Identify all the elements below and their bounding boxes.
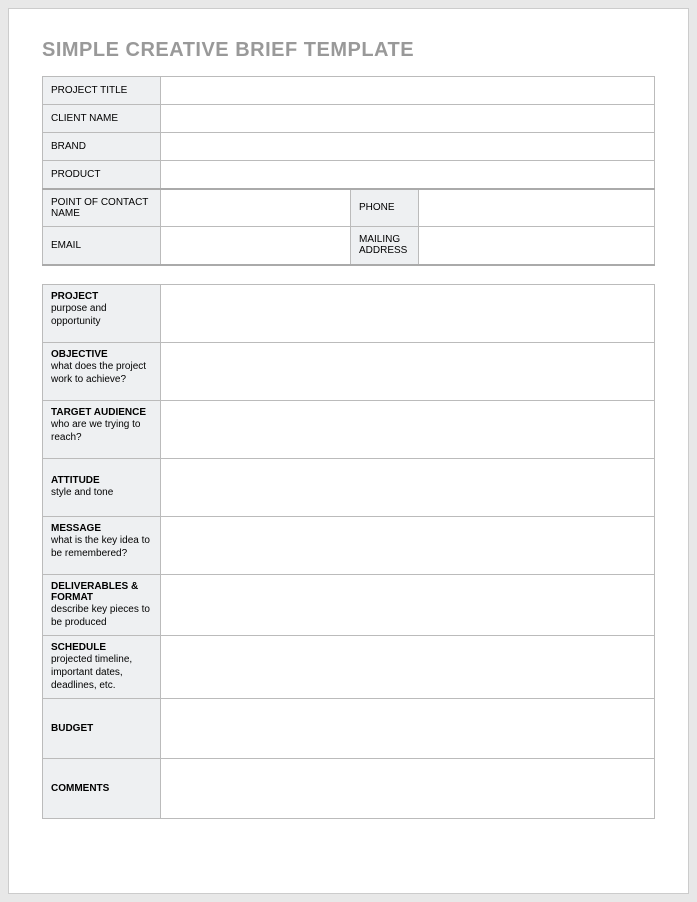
project-title-label: PROJECT TITLE: [43, 77, 161, 105]
poc-value[interactable]: [161, 189, 351, 227]
product-value[interactable]: [161, 161, 655, 189]
table-row: MESSAGE what is the key idea to be remem…: [43, 516, 655, 574]
email-value[interactable]: [161, 227, 351, 265]
page-title: SIMPLE CREATIVE BRIEF TEMPLATE: [42, 39, 655, 62]
budget-section-label: BUDGET: [43, 698, 161, 758]
table-row: BRAND: [43, 133, 655, 161]
section-desc: style and tone: [51, 486, 152, 499]
phone-value[interactable]: [419, 189, 655, 227]
table-row: EMAIL MAILING ADDRESS: [43, 227, 655, 265]
client-name-label: CLIENT NAME: [43, 105, 161, 133]
sections-table: PROJECT purpose and opportunity OBJECTIV…: [42, 284, 655, 819]
brand-value[interactable]: [161, 133, 655, 161]
section-desc: what is the key idea to be remembered?: [51, 534, 152, 560]
table-row: COMMENTS: [43, 758, 655, 818]
section-title: COMMENTS: [51, 783, 152, 794]
deliverables-section-value[interactable]: [161, 574, 655, 635]
section-title: OBJECTIVE: [51, 349, 152, 360]
table-row: SCHEDULE projected timeline, important d…: [43, 635, 655, 698]
section-desc: describe key pieces to be produced: [51, 603, 152, 629]
poc-label: POINT OF CONTACT NAME: [43, 189, 161, 227]
project-section-value[interactable]: [161, 284, 655, 342]
table-row: PROJECT TITLE: [43, 77, 655, 105]
project-title-value[interactable]: [161, 77, 655, 105]
spacer: [42, 266, 655, 284]
section-title: ATTITUDE: [51, 475, 152, 486]
attitude-section-value[interactable]: [161, 458, 655, 516]
section-title: DELIVERABLES & FORMAT: [51, 581, 152, 603]
document-page: SIMPLE CREATIVE BRIEF TEMPLATE PROJECT T…: [8, 8, 689, 894]
table-row: PRODUCT: [43, 161, 655, 189]
objective-section-value[interactable]: [161, 342, 655, 400]
project-section-label: PROJECT purpose and opportunity: [43, 284, 161, 342]
phone-label: PHONE: [351, 189, 419, 227]
section-desc: purpose and opportunity: [51, 302, 152, 328]
table-row: CLIENT NAME: [43, 105, 655, 133]
message-section-label: MESSAGE what is the key idea to be remem…: [43, 516, 161, 574]
table-row: DELIVERABLES & FORMAT describe key piece…: [43, 574, 655, 635]
section-desc: what does the project work to achieve?: [51, 360, 152, 386]
section-desc: projected timeline, important dates, dea…: [51, 653, 152, 692]
comments-section-value[interactable]: [161, 758, 655, 818]
section-title: MESSAGE: [51, 523, 152, 534]
section-title: PROJECT: [51, 291, 152, 302]
attitude-section-label: ATTITUDE style and tone: [43, 458, 161, 516]
table-row: BUDGET: [43, 698, 655, 758]
target-section-label: TARGET AUDIENCE who are we trying to rea…: [43, 400, 161, 458]
message-section-value[interactable]: [161, 516, 655, 574]
section-title: SCHEDULE: [51, 642, 152, 653]
target-section-value[interactable]: [161, 400, 655, 458]
table-row: ATTITUDE style and tone: [43, 458, 655, 516]
table-row: OBJECTIVE what does the project work to …: [43, 342, 655, 400]
brand-label: BRAND: [43, 133, 161, 161]
email-label: EMAIL: [43, 227, 161, 265]
section-title: TARGET AUDIENCE: [51, 407, 152, 418]
table-row: TARGET AUDIENCE who are we trying to rea…: [43, 400, 655, 458]
mailing-label: MAILING ADDRESS: [351, 227, 419, 265]
deliverables-section-label: DELIVERABLES & FORMAT describe key piece…: [43, 574, 161, 635]
table-row: POINT OF CONTACT NAME PHONE: [43, 189, 655, 227]
schedule-section-label: SCHEDULE projected timeline, important d…: [43, 635, 161, 698]
comments-section-label: COMMENTS: [43, 758, 161, 818]
client-name-value[interactable]: [161, 105, 655, 133]
schedule-section-value[interactable]: [161, 635, 655, 698]
objective-section-label: OBJECTIVE what does the project work to …: [43, 342, 161, 400]
budget-section-value[interactable]: [161, 698, 655, 758]
section-desc: who are we trying to reach?: [51, 418, 152, 444]
product-label: PRODUCT: [43, 161, 161, 189]
table-row: PROJECT purpose and opportunity: [43, 284, 655, 342]
basic-info-table: PROJECT TITLE CLIENT NAME BRAND PRODUCT …: [42, 76, 655, 266]
mailing-value[interactable]: [419, 227, 655, 265]
section-title: BUDGET: [51, 723, 152, 734]
